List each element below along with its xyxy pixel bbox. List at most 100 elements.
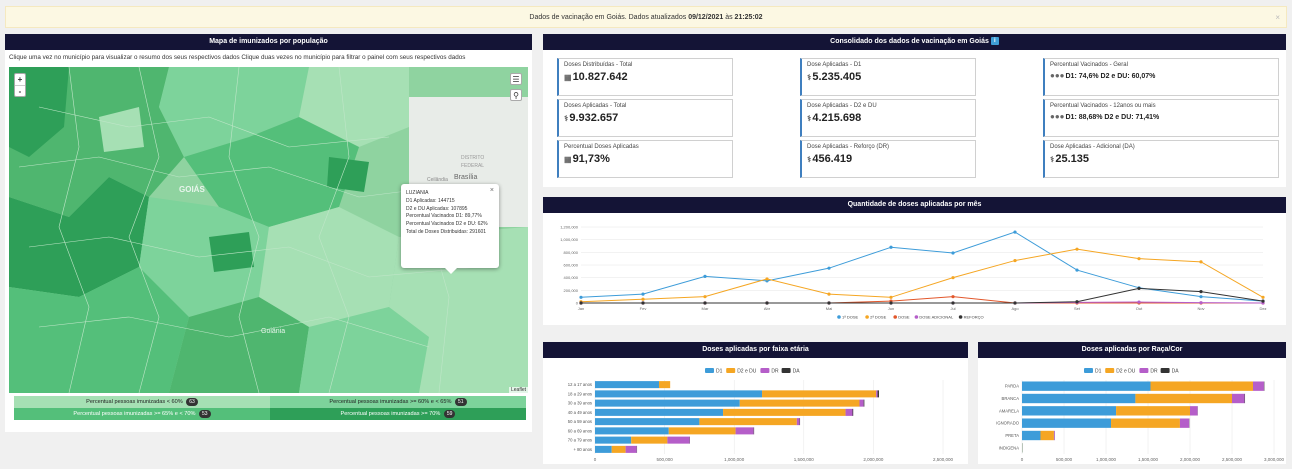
card-label: Percentual Vacinados - Geral (1050, 62, 1273, 68)
card-label: Dose Aplicadas - Reforço (DR) (807, 144, 970, 150)
box-icon: ▦ (564, 73, 572, 82)
age-bar-chart[interactable]: D1D2 e DUDRDA0500,0001,000,0001,500,0002… (543, 358, 968, 464)
bar-segment (1232, 394, 1245, 403)
bar-segment (1022, 394, 1135, 403)
legend-marker (959, 315, 963, 319)
x-tick-label: Nov (1197, 306, 1204, 311)
x-tick-label: Set (1074, 306, 1081, 311)
legend-swatch (1105, 368, 1114, 373)
x-tick-label: 0 (594, 457, 597, 462)
data-point (1013, 259, 1016, 262)
banner-time: 21:25:02 (735, 14, 763, 21)
y-tick-label: INDIGENA (999, 445, 1019, 450)
bar-segment (878, 390, 879, 397)
bar-segment (1253, 381, 1264, 390)
card-label: Percentual Doses Aplicadas (564, 144, 727, 150)
y-tick-label: 12 a 17 anos (568, 382, 592, 387)
data-point (827, 267, 830, 270)
legend-swatch (726, 368, 735, 373)
syringe-icon: ⚕ (807, 73, 811, 82)
data-point (827, 293, 830, 296)
x-tick-label: 1,500,000 (794, 457, 815, 462)
card-value: 9.932.657 (569, 112, 618, 124)
legend-label: Percentual pessoas imunizadas < 60% (86, 399, 183, 405)
search-icon[interactable]: ⚲ (510, 89, 522, 101)
x-tick-label: Dez (1259, 306, 1266, 311)
x-tick-label: 500,000 (656, 457, 673, 462)
layers-icon[interactable]: ☰ (510, 73, 522, 85)
data-point (1013, 301, 1016, 304)
legend-label: D2 e DU (737, 369, 757, 375)
legend-swatch (1139, 368, 1148, 373)
card-doses-total: Doses Aplicadas - Total ⚕9.932.657 (557, 99, 733, 137)
monthly-chart-panel: Quantidade de doses aplicadas por mês 02… (543, 197, 1286, 325)
data-point (951, 301, 954, 304)
x-tick-label: 0 (1021, 457, 1024, 462)
bar-segment (631, 437, 667, 444)
card-label: Dose Aplicadas - D2 e DU (807, 103, 970, 109)
legend-marker (893, 315, 897, 319)
zoom-out-button[interactable]: - (15, 85, 25, 96)
zoom-in-button[interactable]: + (15, 74, 25, 85)
data-point (889, 246, 892, 249)
municipality-map[interactable]: GOIÁS DISTRITO FEDERAL Brasília Ceilândi… (9, 67, 528, 393)
x-tick-label: Mar (702, 306, 710, 311)
series-line-2-dose (581, 249, 1263, 302)
leaflet-attribution-link[interactable]: Leaflet (509, 387, 528, 393)
y-tick-label: + 80 anos (573, 447, 592, 452)
people-icon: ●●● (1050, 71, 1065, 80)
x-tick-label: 2,000,000 (1180, 457, 1201, 462)
y-tick-label: 800,000 (564, 250, 579, 255)
x-tick-label: Jun (888, 306, 894, 311)
popup-line: Percentual Vacinados D1: 89,77% (406, 213, 494, 221)
legend-marker (837, 315, 841, 319)
syringe-icon: ⚕ (807, 114, 811, 123)
legend-label: DR (771, 369, 779, 375)
x-tick-label: 2,500,000 (1222, 457, 1243, 462)
y-tick-label: AMARELA (999, 408, 1019, 413)
x-tick-label: Mai (826, 306, 833, 311)
data-point (951, 251, 954, 254)
data-point (703, 275, 706, 278)
bar-segment (846, 409, 853, 416)
banner-close-icon[interactable]: × (1275, 7, 1280, 29)
data-point (1261, 296, 1264, 299)
race-bar-chart[interactable]: D1D2 e DUDRDA0500,0001,000,0001,500,0002… (978, 358, 1286, 464)
card-value: D1: 88,68% D2 e DU: 71,41% (1066, 114, 1160, 121)
consolidado-title-text: Consolidado dos dados de vacinação em Go… (830, 38, 989, 45)
x-tick-label: Fev (640, 306, 647, 311)
x-tick-label: 500,000 (1056, 457, 1073, 462)
bar-segment (595, 400, 740, 407)
bar-segment (1111, 418, 1180, 427)
legend-swatch (1161, 368, 1170, 373)
info-icon[interactable]: i (991, 37, 999, 45)
card-value: D1: 74,6% D2 e DU: 60,07% (1066, 73, 1156, 80)
popup-close-icon[interactable]: × (490, 187, 494, 195)
data-point (703, 295, 706, 298)
banner-mid: às (725, 14, 732, 21)
map-label-goiania: Goiânia (261, 328, 285, 335)
card-value: 91,73% (573, 153, 610, 165)
map-label-brasilia: Brasília (454, 174, 477, 181)
legend-count-badge: 59 (444, 410, 456, 418)
syringe-icon: ⚕ (1050, 155, 1054, 164)
box-icon: ▦ (564, 155, 572, 164)
bar-segment (740, 400, 860, 407)
legend-item: Percentual pessoas imunizadas >= 60% e <… (270, 396, 526, 408)
monthly-line-chart[interactable]: 0200,000400,000600,000800,0001,000,0001,… (543, 213, 1286, 325)
series-line-1-dose (581, 232, 1263, 301)
bar-segment (876, 390, 877, 397)
data-point (1075, 268, 1078, 271)
legend-label: D1 (716, 369, 723, 375)
legend-label: D2 e DU (1116, 369, 1136, 375)
bar-segment (1151, 381, 1253, 390)
data-point (1075, 248, 1078, 251)
popup-line: D2 e DU Aplicadas: 107895 (406, 206, 494, 214)
bar-segment (864, 400, 865, 407)
bar-segment (669, 427, 736, 434)
bar-segment (853, 409, 854, 416)
bar-segment (595, 390, 762, 397)
map-panel-title: Mapa de imunizados por população (5, 34, 532, 50)
legend-swatch (760, 368, 769, 373)
card-label: Doses Aplicadas - Total (564, 103, 727, 109)
